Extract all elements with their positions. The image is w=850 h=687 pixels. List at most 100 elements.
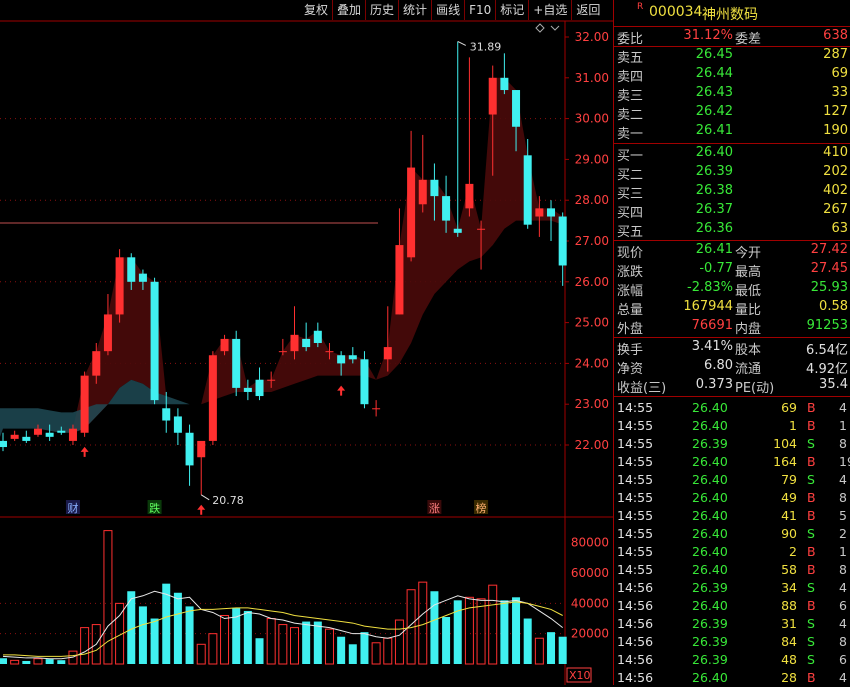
candle-body — [127, 257, 136, 282]
tick-row[interactable]: 14:55 26.40 49 B 8 — [614, 489, 850, 507]
toolbar-draw-button[interactable]: 画线 — [431, 0, 464, 20]
volume-bar — [558, 636, 567, 664]
toolbar-f10-button[interactable]: F10 — [464, 0, 495, 20]
tick-row[interactable]: 14:55 26.39 104 S 8 — [614, 435, 850, 453]
book-price: 26.40 — [695, 145, 733, 160]
price-axis-label: 29.00 — [575, 152, 609, 166]
book-level-label: 买二 — [617, 168, 644, 183]
tick-side: S — [807, 526, 815, 541]
book-price: 26.38 — [695, 183, 733, 198]
tick-side: B — [807, 454, 816, 469]
volume-bar — [523, 618, 532, 664]
volume-bar — [80, 627, 90, 665]
low-price-annotation: 20.78 — [212, 494, 244, 507]
stat-label: 净资 — [617, 362, 644, 377]
volume-bar — [0, 658, 7, 664]
volume-bar — [324, 628, 334, 665]
quote-label: 今开 — [735, 246, 762, 261]
candle-body — [500, 77, 509, 91]
tick-count: 8 — [839, 562, 847, 577]
tick-row[interactable]: 14:56 26.39 84 S 8 — [614, 633, 850, 651]
book-level-label: 买四 — [617, 206, 644, 221]
tick-count: 2 — [839, 526, 847, 541]
tick-count: 6 — [839, 652, 847, 667]
tick-volume: 48 — [781, 652, 797, 667]
tick-row[interactable]: 14:56 26.39 31 S 4 — [614, 615, 850, 633]
volume-bar — [430, 591, 439, 664]
book-level-label: 卖二 — [617, 108, 644, 123]
tick-time: 14:55 — [617, 436, 654, 451]
tick-row[interactable]: 14:55 26.40 58 B 8 — [614, 561, 850, 579]
candle-body — [243, 387, 252, 392]
tick-side: B — [807, 670, 816, 685]
volume-bar — [442, 617, 451, 664]
tick-price: 26.39 — [692, 652, 728, 667]
tick-row[interactable]: 14:55 26.40 79 S 4 — [614, 471, 850, 489]
stat-value: 3.41% — [691, 339, 733, 354]
book-volume: 287 — [823, 47, 848, 62]
weibi-label: 委比 — [617, 32, 644, 47]
divider — [614, 26, 850, 27]
tick-volume: 28 — [781, 670, 797, 685]
book-volume: 127 — [823, 104, 848, 119]
quote-label: 量比 — [735, 303, 762, 318]
tick-volume: 84 — [781, 634, 797, 649]
volume-bar — [534, 637, 544, 665]
tick-price: 26.40 — [692, 598, 728, 613]
weibi-value: 31.12% — [683, 28, 733, 43]
tick-row[interactable]: 14:55 26.40 90 S 2 — [614, 525, 850, 543]
candle-body — [138, 273, 147, 282]
tick-price: 26.40 — [692, 526, 728, 541]
tick-row[interactable]: 14:55 26.40 2 B 1 — [614, 543, 850, 561]
candle-body — [477, 228, 486, 230]
tick-row[interactable]: 14:55 26.40 164 B 19 — [614, 453, 850, 471]
weicha-value: 638 — [823, 28, 848, 43]
tick-price: 26.40 — [692, 670, 728, 685]
quote-row: 总量 167944 量比 0.58 — [614, 299, 850, 318]
volume-bar — [266, 618, 276, 665]
toolbar-stats-button[interactable]: 统计 — [398, 0, 431, 20]
tick-row[interactable]: 14:55 26.40 41 B 5 — [614, 507, 850, 525]
candle-body — [255, 379, 264, 397]
tick-time: 14:56 — [617, 634, 654, 649]
toolbar-back-button[interactable]: 返回 — [571, 0, 604, 20]
toolbar-add-watchlist-button[interactable]: +自选 — [528, 0, 571, 20]
tick-row[interactable]: 14:56 26.40 28 B 4 — [614, 669, 850, 687]
tick-price: 26.40 — [692, 472, 728, 487]
tick-count: 8 — [839, 490, 847, 505]
candle-body — [407, 167, 416, 258]
tick-row[interactable]: 14:56 26.40 88 B 6 — [614, 597, 850, 615]
tick-volume: 58 — [781, 562, 797, 577]
tick-volume: 164 — [773, 454, 797, 469]
tick-row[interactable]: 14:56 26.39 48 S 6 — [614, 651, 850, 669]
book-volume: 190 — [823, 123, 848, 138]
weicha-label: 委差 — [735, 32, 762, 47]
ask-row: 卖一 26.41 190 — [614, 123, 850, 142]
tick-volume: 41 — [781, 508, 797, 523]
toolbar-fuquan-button[interactable]: 复权 — [300, 0, 332, 20]
tick-side: S — [807, 634, 815, 649]
tick-row[interactable]: 14:56 26.39 34 S 4 — [614, 579, 850, 597]
candle-body — [512, 90, 521, 127]
toolbar-overlay-button[interactable]: 叠加 — [332, 0, 365, 20]
diamond-icon — [535, 23, 545, 33]
volume-axis-label: 80000 — [571, 536, 609, 550]
toolbar-mark-button[interactable]: 标记 — [495, 0, 528, 20]
candle-body — [430, 179, 439, 197]
kline-chart[interactable]: 32.00 31.00 30.00 29.00 28.00 27.00 26.00 25.00… — [0, 0, 613, 685]
book-level-label: 卖三 — [617, 89, 644, 104]
high-price-annotation: 31.89 — [470, 40, 502, 53]
candle-body — [80, 375, 89, 433]
volume-bar — [45, 659, 54, 664]
candle-body — [150, 281, 159, 401]
stat-value: 0.373 — [695, 377, 733, 392]
toolbar-history-button[interactable]: 历史 — [365, 0, 398, 20]
volume-bar — [57, 660, 66, 664]
candle-body — [523, 155, 532, 225]
tick-row[interactable]: 14:55 26.40 69 B 4 — [614, 399, 850, 417]
candle-body — [185, 432, 194, 466]
tick-row[interactable]: 14:55 26.40 1 B 1 — [614, 417, 850, 435]
candle-body — [535, 208, 544, 217]
volume-unit-label: X10 — [569, 669, 591, 682]
tick-price: 26.39 — [692, 436, 728, 451]
